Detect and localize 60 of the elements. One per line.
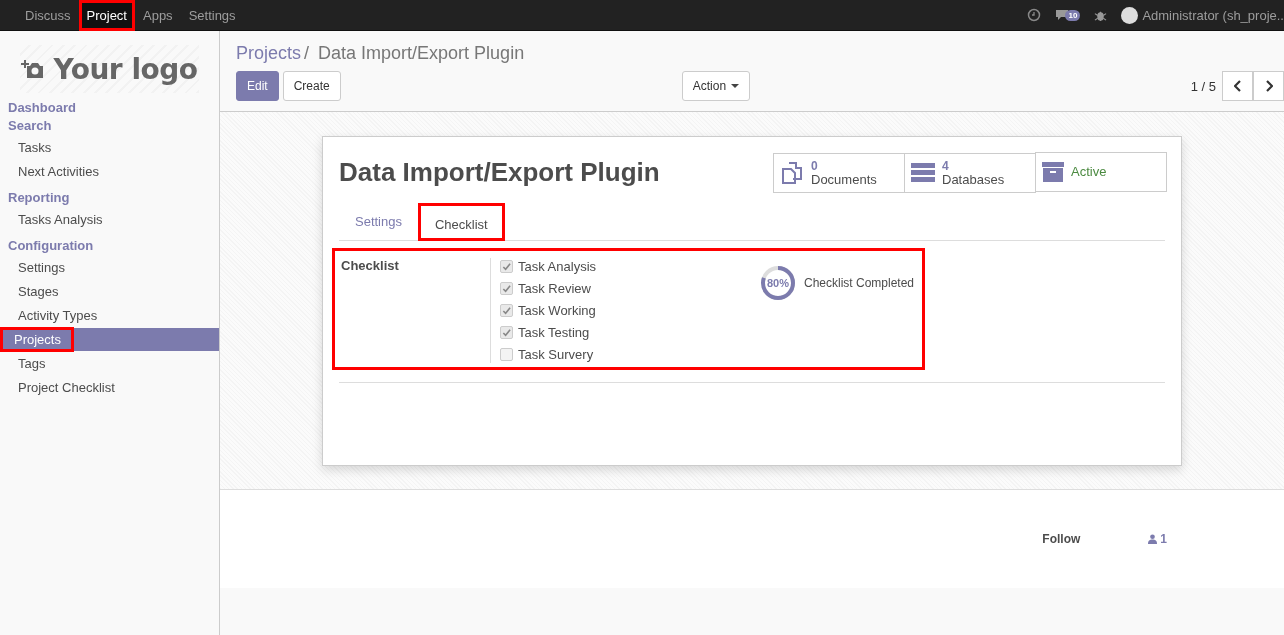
server-icon: [911, 163, 935, 183]
stat-button[interactable]: 4 Databases: [904, 153, 1036, 193]
field-label: Checklist: [340, 258, 400, 273]
pager-counter: 1 / 5: [1190, 78, 1216, 94]
tab[interactable]: Checklist: [418, 203, 505, 241]
sidebar-item[interactable]: Settings: [0, 256, 219, 279]
sidebar-item[interactable]: Activity Types: [0, 304, 219, 327]
chevron-left-icon: [1233, 80, 1242, 92]
checklist-item-label: Task Survery: [518, 347, 594, 362]
progress-label: Checklist Completed: [804, 276, 915, 290]
stat-button[interactable]: Active: [1035, 152, 1167, 192]
camera-icon: [21, 59, 46, 79]
sidebar-item[interactable]: Project Checklist: [0, 376, 219, 399]
user-name[interactable]: Administrator (sh_proje..: [1142, 7, 1284, 23]
sidebar-item[interactable]: Stages: [0, 280, 219, 303]
breadcrumb-separator: /: [304, 43, 310, 63]
sidebar-item[interactable]: Next Activities: [0, 160, 219, 183]
sidebar-item[interactable]: Tasks: [0, 136, 219, 159]
menu-section-heading[interactable]: Dashboard: [0, 99, 219, 117]
checkbox[interactable]: [500, 326, 513, 339]
checkbox[interactable]: [500, 282, 513, 295]
documents-icon: [780, 161, 804, 185]
edit-button[interactable]: Edit: [236, 71, 279, 101]
archive-icon: [1042, 162, 1064, 182]
menu-section-heading[interactable]: Search: [0, 117, 219, 135]
sidebar-item[interactable]: Projects: [0, 328, 219, 351]
app-menu-item[interactable]: Project: [78, 0, 135, 31]
app-menu-item[interactable]: Discuss: [17, 0, 79, 31]
message-count-badge: 10: [1065, 9, 1081, 21]
checkbox[interactable]: [500, 348, 513, 361]
checkbox[interactable]: [500, 260, 513, 273]
create-button[interactable]: Create: [282, 71, 341, 101]
checklist-item-label: Task Analysis: [518, 259, 597, 274]
checklist-item-label: Task Working: [518, 303, 596, 318]
progress-ring: 80%: [760, 265, 796, 301]
logo-text: Your logo: [53, 52, 198, 86]
app-menu-item[interactable]: Apps: [135, 0, 181, 31]
clock-icon[interactable]: [1027, 8, 1042, 22]
follow-button[interactable]: Follow: [1042, 532, 1081, 546]
checklist-item-label: Task Testing: [518, 325, 590, 340]
stat-button[interactable]: 0 Documents: [773, 153, 905, 193]
record-title: Data Import/Export Plugin: [339, 157, 660, 188]
sidebar-item[interactable]: Tasks Analysis: [0, 208, 219, 231]
tab[interactable]: Settings: [339, 203, 418, 240]
sidebar-item[interactable]: Tags: [0, 352, 219, 375]
action-dropdown[interactable]: Action: [681, 71, 751, 101]
caret-icon: [731, 84, 740, 88]
breadcrumb-link[interactable]: Projects: [236, 43, 302, 63]
person-icon: [1148, 534, 1158, 544]
next-button[interactable]: [1253, 71, 1284, 101]
menu-section-heading[interactable]: Configuration: [0, 237, 219, 255]
chevron-right-icon: [1264, 80, 1273, 92]
app-menu-item[interactable]: Settings: [180, 0, 244, 31]
checklist-item-label: Task Review: [518, 281, 591, 296]
breadcrumb-current: Data Import/Export Plugin: [318, 43, 525, 63]
avatar[interactable]: [1121, 6, 1139, 24]
previous-button[interactable]: [1222, 71, 1253, 101]
menu-section-heading[interactable]: Reporting: [0, 189, 219, 207]
checkbox[interactable]: [500, 304, 513, 317]
followers-button[interactable]: 1: [1148, 532, 1167, 546]
